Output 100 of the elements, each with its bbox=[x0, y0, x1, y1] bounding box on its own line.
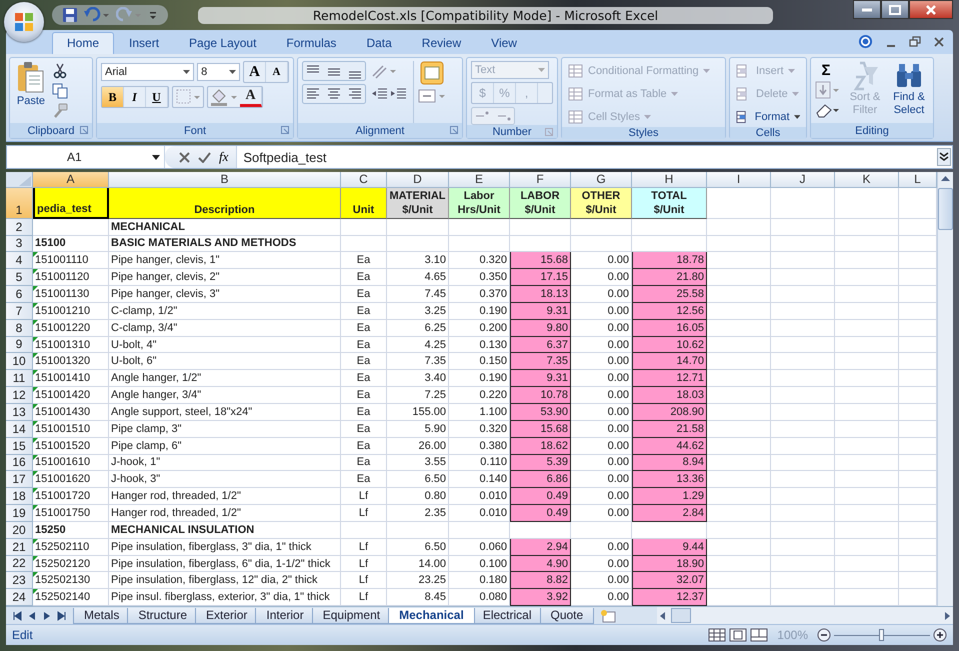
column-header[interactable]: C bbox=[341, 172, 387, 188]
horizontal-scrollbar[interactable] bbox=[657, 607, 953, 624]
copy-icon[interactable] bbox=[52, 83, 68, 99]
row-header[interactable]: 12 bbox=[6, 387, 33, 404]
cancel-icon[interactable] bbox=[179, 152, 190, 162]
align-left-icon[interactable] bbox=[302, 84, 366, 104]
sheet-tab[interactable]: Quote bbox=[540, 608, 594, 624]
wrap-text-icon[interactable] bbox=[420, 61, 444, 85]
row-header[interactable]: 7 bbox=[6, 302, 33, 320]
row-header[interactable]: 9 bbox=[6, 336, 33, 354]
sheet-tab[interactable]: Mechanical bbox=[388, 608, 475, 624]
table-cell: 151001720 bbox=[33, 488, 109, 506]
italic-button[interactable]: I bbox=[124, 87, 146, 107]
row-header[interactable]: 2 bbox=[6, 218, 33, 236]
ribbon-tab[interactable]: Review bbox=[406, 32, 476, 54]
row-header[interactable]: 14 bbox=[6, 420, 33, 438]
table-cell: 3.55 bbox=[387, 454, 449, 472]
restore-icon[interactable] bbox=[909, 36, 921, 48]
close-button[interactable] bbox=[909, 0, 953, 19]
font-size-field[interactable]: 8 bbox=[197, 63, 240, 81]
cut-icon[interactable] bbox=[52, 63, 68, 79]
scrollbar-thumb[interactable] bbox=[938, 188, 953, 230]
first-sheet-icon[interactable] bbox=[12, 610, 22, 620]
dropdown-arrow-icon[interactable] bbox=[152, 154, 160, 160]
scrollbar-thumb[interactable] bbox=[671, 608, 692, 623]
row-header[interactable]: 8 bbox=[6, 320, 33, 337]
normal-view-icon[interactable] bbox=[708, 628, 726, 642]
page-layout-icon[interactable] bbox=[729, 628, 748, 642]
ribbon-tab[interactable]: Page Layout bbox=[174, 32, 272, 54]
row-header[interactable]: 13 bbox=[6, 404, 33, 421]
ribbon-tab[interactable]: Home bbox=[52, 32, 114, 54]
empty-cell bbox=[835, 522, 899, 539]
ribbon-tab[interactable]: View bbox=[476, 32, 532, 54]
row-header[interactable]: 5 bbox=[6, 269, 33, 286]
font-name-field[interactable]: Arial bbox=[101, 63, 194, 81]
row-header[interactable]: 3 bbox=[6, 236, 33, 252]
row-header[interactable]: 21 bbox=[6, 538, 33, 556]
dropdown-arrow-icon[interactable] bbox=[183, 70, 190, 74]
cells-menu-button[interactable]: Format bbox=[734, 107, 802, 127]
row-header[interactable]: 1 bbox=[6, 188, 33, 219]
insert-sheet-icon[interactable] bbox=[599, 608, 618, 622]
find-select-button[interactable]: Find & Select bbox=[889, 61, 929, 123]
ribbon-tab[interactable]: Formulas bbox=[271, 32, 352, 54]
shrink-font-button[interactable]: A bbox=[266, 62, 288, 82]
column-header[interactable]: J bbox=[771, 172, 835, 188]
column-header[interactable]: B bbox=[109, 172, 341, 188]
row-header[interactable]: 23 bbox=[6, 572, 33, 590]
next-sheet-icon[interactable] bbox=[42, 610, 52, 620]
bold-button[interactable]: B bbox=[102, 87, 124, 107]
close-icon[interactable] bbox=[933, 36, 945, 48]
autosum-button[interactable]: Σ bbox=[815, 61, 837, 79]
table-cell: Hanger rod, threaded, 1/2" bbox=[109, 488, 341, 506]
row-header[interactable]: 10 bbox=[6, 353, 33, 370]
sheet-tab[interactable]: Interior bbox=[255, 608, 315, 624]
help-icon[interactable] bbox=[858, 34, 873, 49]
ribbon-tab[interactable]: Insert bbox=[114, 32, 174, 54]
column-header[interactable]: F bbox=[510, 172, 571, 188]
row-header[interactable]: 16 bbox=[6, 454, 33, 472]
formula-field[interactable]: Softpedia_test bbox=[237, 150, 937, 164]
column-header[interactable]: I bbox=[707, 172, 771, 188]
column-header[interactable]: D bbox=[387, 172, 449, 188]
row-header[interactable]: 6 bbox=[6, 286, 33, 303]
align-top-icon[interactable] bbox=[302, 61, 366, 81]
paste-button[interactable]: Paste bbox=[14, 61, 48, 123]
dropdown-arrow-icon[interactable] bbox=[229, 70, 236, 74]
merge-center-icon[interactable] bbox=[418, 88, 446, 104]
previous-sheet-icon[interactable] bbox=[27, 610, 37, 620]
column-header[interactable]: E bbox=[449, 172, 510, 188]
underline-button[interactable]: U bbox=[146, 87, 168, 107]
column-header[interactable]: L bbox=[899, 172, 937, 188]
row-header[interactable]: 18 bbox=[6, 488, 33, 506]
maximize-button[interactable] bbox=[881, 0, 909, 19]
insert-function-button[interactable]: fx bbox=[219, 149, 228, 165]
expand-icon[interactable] bbox=[937, 148, 951, 166]
column-header[interactable]: K bbox=[835, 172, 899, 188]
row-header[interactable]: 24 bbox=[6, 589, 33, 606]
minimize-button[interactable] bbox=[853, 0, 881, 19]
row-header[interactable]: 20 bbox=[6, 522, 33, 539]
row-header[interactable]: 19 bbox=[6, 505, 33, 522]
last-sheet-icon[interactable] bbox=[57, 610, 67, 620]
save-icon[interactable] bbox=[62, 7, 78, 23]
row-header[interactable]: 4 bbox=[6, 252, 33, 270]
empty-cell bbox=[771, 505, 835, 522]
zoom-out-icon[interactable] bbox=[817, 628, 831, 642]
zoom-in-icon[interactable] bbox=[933, 628, 947, 642]
fill-color-icon[interactable] bbox=[208, 87, 240, 107]
row-header[interactable]: 17 bbox=[6, 471, 33, 488]
column-header[interactable]: G bbox=[571, 172, 632, 188]
office-button[interactable] bbox=[4, 2, 44, 42]
slider-thumb[interactable] bbox=[879, 629, 884, 641]
row-header[interactable]: 15 bbox=[6, 438, 33, 455]
grow-font-button[interactable]: A bbox=[244, 62, 266, 82]
vertical-scrollbar[interactable] bbox=[937, 172, 953, 606]
row-header[interactable]: 11 bbox=[6, 370, 33, 388]
column-header[interactable]: H bbox=[632, 172, 707, 188]
checkmark-icon[interactable] bbox=[198, 152, 211, 162]
page-break-icon[interactable] bbox=[750, 628, 768, 642]
row-header[interactable]: 22 bbox=[6, 556, 33, 572]
column-header[interactable]: A bbox=[33, 172, 109, 188]
ribbon-tab[interactable]: Data bbox=[351, 32, 407, 54]
